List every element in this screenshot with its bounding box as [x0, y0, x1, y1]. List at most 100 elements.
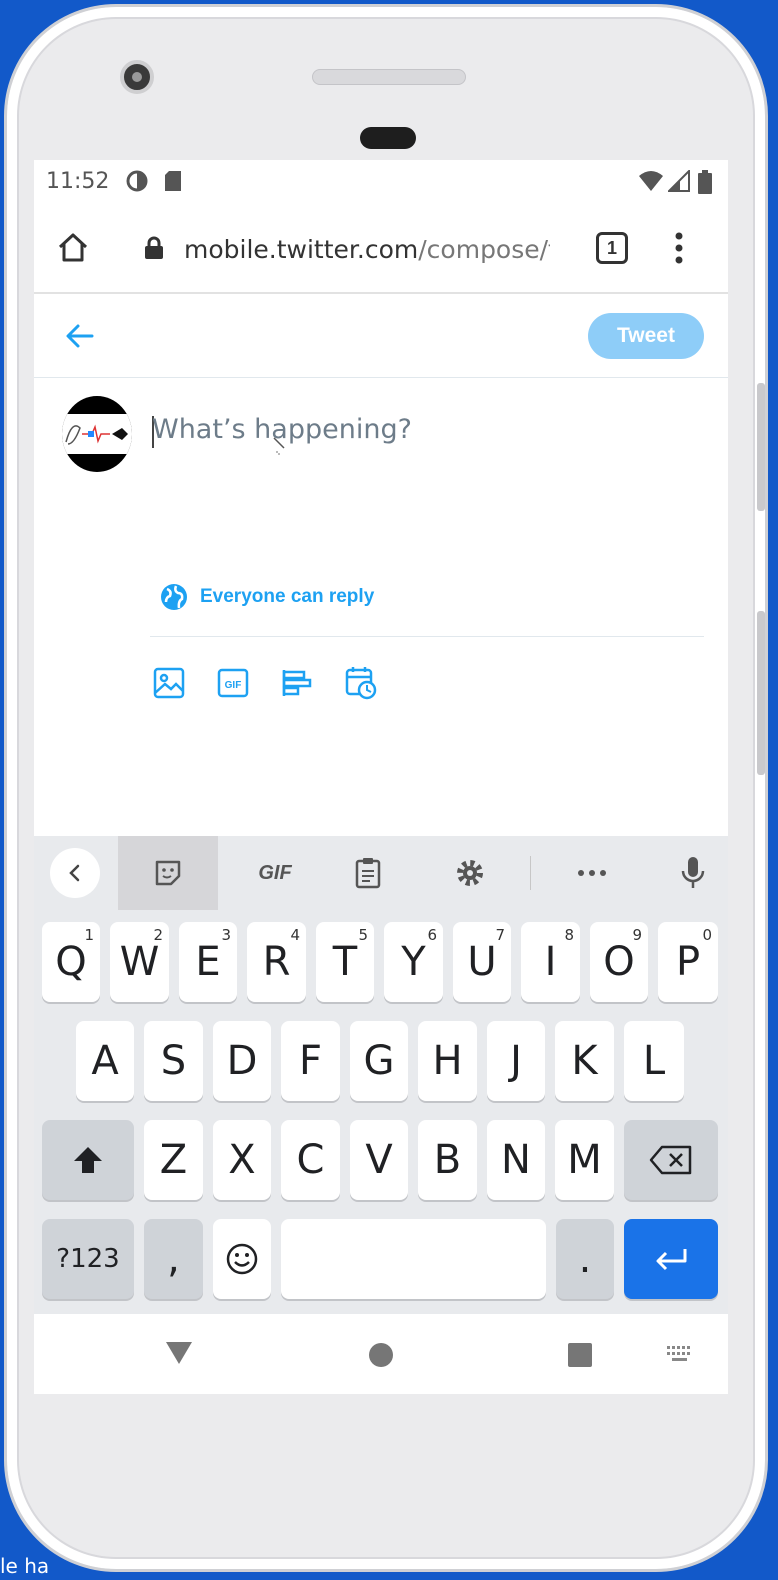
keyboard-settings-button[interactable]	[452, 836, 488, 910]
key-i[interactable]: I8	[521, 922, 580, 1002]
battery-icon	[698, 170, 712, 194]
gif-icon: GIF	[217, 668, 249, 698]
phone-screen: 11:52 mobile.twitter.com/compose/t 1 Twe…	[34, 160, 728, 1394]
tab-count: 1	[606, 237, 617, 258]
system-navigation-bar	[34, 1314, 728, 1394]
nav-recents-button[interactable]	[567, 1342, 593, 1373]
key-v[interactable]: V	[350, 1120, 408, 1200]
clipboard-icon	[355, 858, 381, 889]
period-key[interactable]: .	[556, 1219, 614, 1299]
backspace-key[interactable]	[624, 1120, 718, 1200]
key-f[interactable]: F	[281, 1021, 340, 1101]
key-s[interactable]: S	[144, 1021, 203, 1101]
key-t[interactable]: T5	[316, 922, 374, 1002]
key-h[interactable]: H	[418, 1021, 477, 1101]
comma-key[interactable]: ,	[144, 1219, 203, 1299]
schedule-button[interactable]	[344, 666, 378, 700]
more-vertical-icon	[675, 232, 683, 264]
schedule-icon	[345, 667, 377, 700]
home-icon	[58, 233, 88, 262]
add-poll-button[interactable]	[280, 666, 314, 700]
enter-arrow-icon	[656, 1249, 687, 1271]
key-d[interactable]: D	[213, 1021, 271, 1101]
key-y[interactable]: Y6	[384, 922, 443, 1002]
key-g[interactable]: G	[350, 1021, 408, 1101]
tweet-button[interactable]: Tweet	[588, 313, 704, 359]
keyboard-more-button[interactable]	[574, 836, 610, 910]
microphone-icon	[681, 857, 705, 888]
url-path: /compose/t	[418, 235, 550, 264]
key-j[interactable]: J	[487, 1021, 545, 1101]
key-w[interactable]: W2	[110, 922, 169, 1002]
key-b[interactable]: B	[418, 1120, 477, 1200]
key-e[interactable]: E3	[179, 922, 237, 1002]
avatar-logo-icon	[65, 424, 128, 445]
shift-key[interactable]	[42, 1120, 134, 1200]
tab-switcher-button[interactable]: 1	[596, 232, 628, 264]
reply-setting-button[interactable]: Everyone can reply	[160, 580, 374, 614]
compose-header: Tweet	[34, 296, 728, 378]
key-z[interactable]: Z	[144, 1120, 203, 1200]
wifi-icon	[639, 171, 663, 191]
back-button[interactable]	[64, 322, 96, 355]
cellular-signal-icon	[668, 170, 690, 192]
shift-arrow-icon	[74, 1147, 102, 1173]
space-bar[interactable]	[281, 1219, 546, 1299]
chevron-left-icon	[69, 864, 80, 882]
home-button[interactable]	[56, 230, 90, 269]
key-q[interactable]: Q1	[42, 922, 100, 1002]
key-p[interactable]: P0	[658, 922, 718, 1002]
keyboard-gif-button[interactable]: GIF	[242, 836, 308, 910]
lock-icon	[145, 236, 163, 259]
key-l[interactable]: L	[624, 1021, 684, 1101]
nav-recents-square-icon	[568, 1343, 592, 1367]
key-a[interactable]: A	[76, 1021, 134, 1101]
more-horizontal-icon	[578, 870, 606, 876]
compose-toolbar: GIF	[152, 666, 378, 700]
voice-input-button[interactable]	[678, 836, 708, 910]
keyboard-switch-button[interactable]	[666, 1344, 694, 1369]
keyboard-back-button[interactable]	[50, 848, 100, 898]
gear-icon	[457, 860, 483, 886]
emoji-key[interactable]	[213, 1219, 271, 1299]
sticker-icon	[155, 860, 181, 886]
enter-key[interactable]	[624, 1219, 718, 1299]
url-host: mobile.twitter.com	[184, 235, 419, 264]
data-saver-icon	[126, 170, 148, 192]
sd-card-icon	[165, 171, 181, 191]
nav-back-button[interactable]	[164, 1340, 194, 1371]
proximity-sensor	[360, 127, 416, 149]
volume-button	[757, 383, 765, 511]
symbols-key[interactable]: ?123	[42, 1219, 134, 1299]
key-o[interactable]: O9	[590, 922, 648, 1002]
globe-icon	[161, 584, 187, 610]
browser-toolbar: mobile.twitter.com/compose/t 1	[34, 202, 728, 294]
avatar[interactable]	[62, 396, 132, 472]
key-k[interactable]: K	[555, 1021, 614, 1101]
power-button	[757, 611, 765, 775]
add-media-button[interactable]	[152, 666, 186, 700]
browser-menu-button[interactable]	[670, 230, 688, 271]
back-arrow-icon	[66, 324, 94, 348]
key-x[interactable]: X	[213, 1120, 271, 1200]
clipboard-button[interactable]	[350, 836, 386, 910]
toolbar-separator	[530, 856, 531, 890]
key-c[interactable]: C	[281, 1120, 340, 1200]
status-time: 11:52	[46, 169, 110, 194]
add-gif-button[interactable]: GIF	[216, 666, 250, 700]
sticker-button[interactable]	[118, 836, 218, 910]
mouse-cursor-icon	[273, 437, 285, 455]
key-n[interactable]: N	[487, 1120, 545, 1200]
nav-home-circle-icon	[369, 1343, 393, 1367]
front-camera	[120, 60, 154, 94]
earpiece-speaker	[312, 69, 466, 85]
url-field[interactable]: mobile.twitter.com/compose/t	[184, 235, 550, 264]
reply-setting-label: Everyone can reply	[200, 586, 375, 607]
image-icon	[153, 667, 185, 699]
soft-keyboard: GIF Q 1 W 2 E 3 R 4 T 5 Y 6 U 7 I 8 O 9 …	[34, 836, 728, 1314]
nav-home-button[interactable]	[368, 1342, 394, 1373]
key-r[interactable]: R4	[247, 922, 306, 1002]
key-u[interactable]: U7	[453, 922, 511, 1002]
compose-divider	[150, 636, 704, 637]
key-m[interactable]: M	[555, 1120, 614, 1200]
